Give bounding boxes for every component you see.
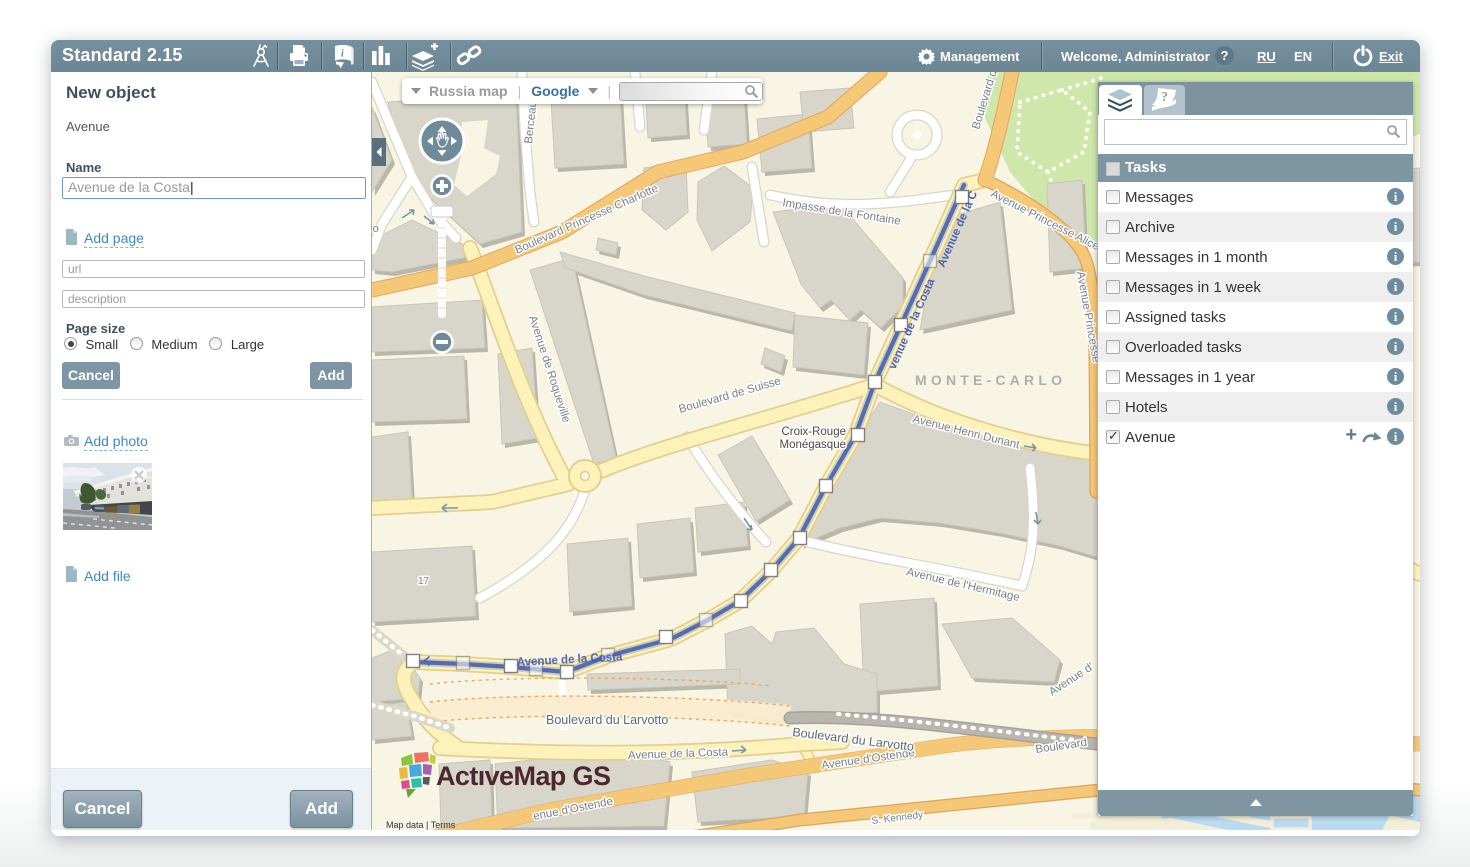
svg-text:Map data | Terms: Map data | Terms (386, 820, 456, 830)
svg-text:?: ? (1161, 90, 1168, 105)
svg-text:i: i (341, 49, 344, 60)
svg-text:17: 17 (418, 576, 430, 587)
svg-text:Croix-Rouge: Croix-Rouge (781, 426, 846, 438)
svg-text:Boulevard du Larvotto: Boulevard du Larvotto (546, 713, 668, 727)
svg-text:ro: ro (372, 223, 379, 235)
svg-text:ActıveMap GS: ActıveMap GS (436, 761, 610, 791)
svg-text:Monégasque: Monégasque (780, 439, 847, 451)
svg-text:MONTE-CARLO: MONTE-CARLO (915, 372, 1066, 388)
